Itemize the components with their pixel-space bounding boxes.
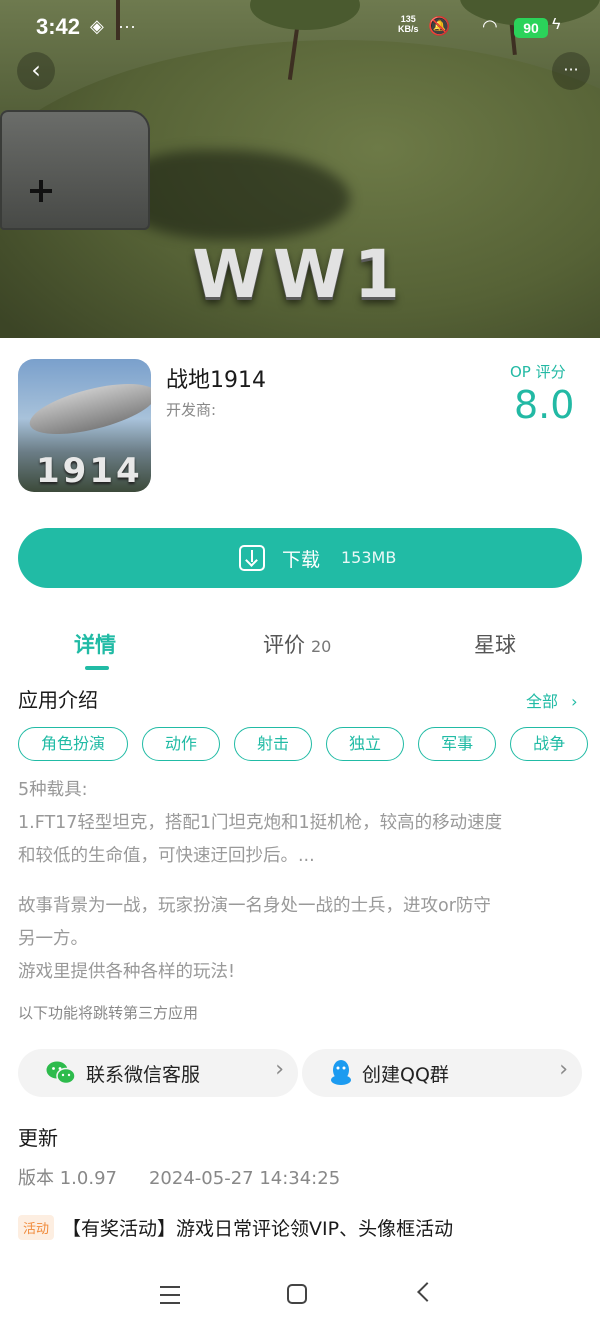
download-icon: [239, 545, 265, 571]
security-icon: ◈: [90, 16, 104, 36]
tab-label: 星球: [474, 633, 516, 657]
status-bar: 3:42 ◈ ··· 135 KB/s 🔕 ◠ 90 ϟ: [0, 0, 600, 54]
tag-role-playing[interactable]: 角色扮演: [18, 727, 129, 761]
description-line: 另一方。: [18, 929, 88, 949]
event-text: 【有奖活动】游戏日常评论领VIP、头像框活动: [62, 1218, 454, 1240]
more-notifications-icon: ···: [118, 16, 136, 36]
description-line: 1.FT17轻型坦克，搭配1门坦克炮和1挺机枪，较高的移动速度: [18, 813, 503, 833]
download-button[interactable]: 下载 153MB: [18, 528, 582, 588]
view-all-label: 全部: [526, 692, 559, 711]
chevron-right-icon: ›: [559, 1057, 568, 1082]
wifi-icon: ◠: [482, 16, 498, 36]
developer-label: 开发商:: [166, 401, 217, 419]
more-button[interactable]: ···: [552, 52, 590, 90]
chevron-right-icon: ›: [571, 692, 578, 711]
tag-indie[interactable]: 独立: [326, 727, 405, 761]
tab-planet[interactable]: 星球: [474, 629, 516, 659]
tab-indicator: [85, 666, 109, 670]
download-size: 153MB: [341, 548, 397, 567]
system-nav-bar: [0, 1262, 600, 1333]
home-icon[interactable]: [287, 1284, 307, 1304]
update-title: 更新: [18, 1126, 58, 1150]
app-icon-text: 1914: [36, 451, 143, 491]
create-qq-group-label: 创建QQ群: [362, 1064, 449, 1086]
description-line: 和较低的生命值，可快速迂回抄后。...: [18, 846, 315, 866]
more-icon: ···: [563, 60, 579, 79]
iron-cross-icon: [30, 180, 52, 202]
description-line: 游戏里提供各种各样的玩法!: [18, 962, 236, 982]
network-speed: 135 KB/s: [398, 14, 419, 34]
event-badge: 活动: [18, 1215, 55, 1240]
rating-label: OP 评分: [510, 363, 566, 381]
download-label: 下载: [282, 549, 321, 571]
tag-list: 角色扮演 动作 射击 独立 军事 战争: [18, 727, 600, 763]
create-qq-group-button[interactable]: 创建QQ群 ›: [302, 1049, 582, 1097]
tab-label: 详情: [74, 633, 116, 657]
description-block[interactable]: 5种载具: 1.FT17轻型坦克，搭配1门坦克炮和1挺机枪，较高的移动速度 和较…: [18, 774, 502, 873]
rating-value: 8.0: [514, 383, 575, 427]
update-date: 2024-05-27 14:34:25: [148, 1168, 341, 1189]
back-button[interactable]: ‹: [17, 52, 55, 90]
app-icon: 1914: [18, 359, 151, 492]
view-all-link[interactable]: 全部 ›: [526, 688, 578, 712]
tab-details[interactable]: 详情: [74, 629, 116, 659]
mute-icon: 🔕: [428, 16, 451, 36]
wechat-service-label: 联系微信客服: [86, 1064, 201, 1086]
tank-image: [0, 110, 150, 230]
intro-title: 应用介绍: [18, 688, 98, 712]
network-speed-value: 135: [400, 14, 416, 24]
tab-reviews[interactable]: 评价 20: [263, 629, 331, 659]
chevron-right-icon: ›: [275, 1057, 284, 1082]
qq-icon: [331, 1060, 351, 1085]
battery-indicator: 90: [514, 18, 548, 38]
description-line: 5种载具:: [18, 780, 88, 800]
description-line: 故事背景为一战，玩家扮演一名身处一战的士兵，进攻or防守: [18, 896, 491, 916]
back-icon[interactable]: [417, 1282, 437, 1302]
banner-title: WW1: [192, 236, 408, 313]
tag-war[interactable]: 战争: [510, 727, 589, 761]
blimp-graphic: [25, 373, 151, 445]
network-speed-unit: KB/s: [398, 24, 419, 34]
tag-shooter[interactable]: 射击: [234, 727, 313, 761]
chevron-left-icon: ‹: [31, 56, 41, 84]
tag-action[interactable]: 动作: [142, 727, 221, 761]
status-time: 3:42: [36, 14, 81, 39]
description-story: 故事背景为一战，玩家扮演一名身处一战的士兵，进攻or防守 另一方。 游戏里提供各…: [18, 890, 491, 989]
app-name: 战地1914: [166, 368, 266, 393]
wechat-service-button[interactable]: 联系微信客服 ›: [18, 1049, 298, 1097]
version-text: 版本 1.0.97: [18, 1168, 117, 1189]
version-row: 版本 1.0.97 2024-05-27 14:34:25: [18, 1164, 340, 1190]
review-count: 20: [311, 637, 332, 656]
charging-icon: ϟ: [552, 16, 561, 33]
wechat-icon: [46, 1061, 76, 1085]
third-party-note: 以下功能将跳转第三方应用: [18, 1004, 199, 1022]
tab-label: 评价: [263, 633, 305, 657]
menu-icon[interactable]: [160, 1286, 180, 1304]
event-row[interactable]: 活动 【有奖活动】游戏日常评论领VIP、头像框活动: [18, 1214, 453, 1241]
tag-military[interactable]: 军事: [418, 727, 497, 761]
